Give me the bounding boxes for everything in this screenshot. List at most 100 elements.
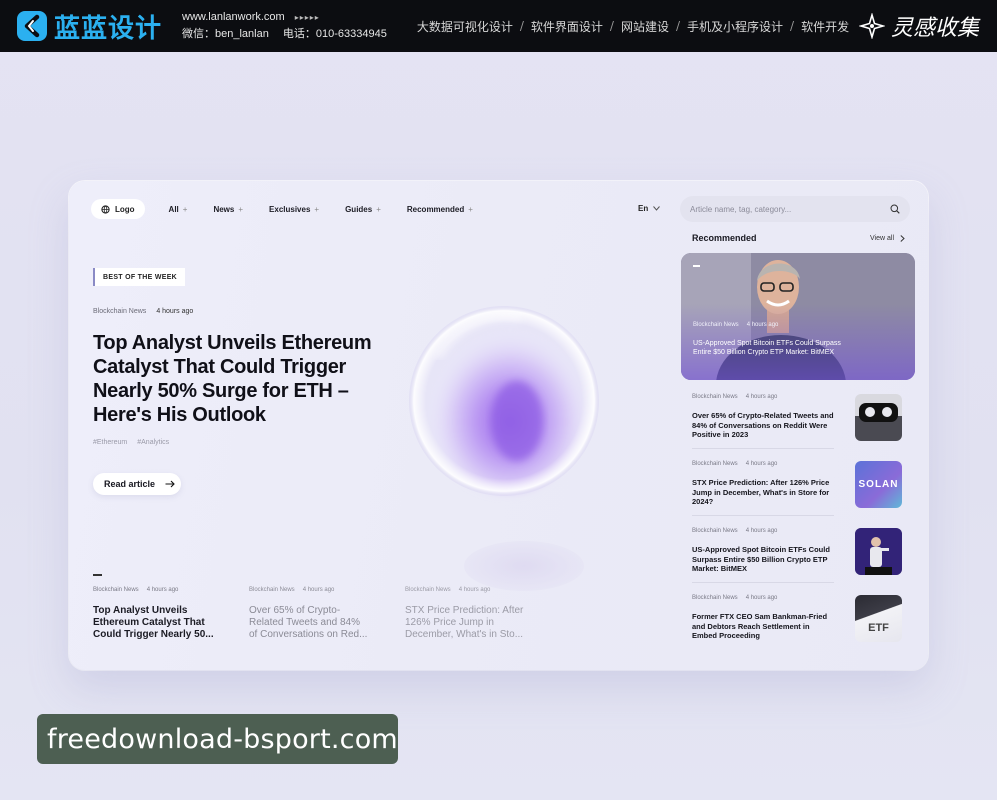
view-all-link[interactable]: View all (870, 235, 905, 242)
item-title: US-Approved Spot Bitcoin ETFs Could Surp… (692, 545, 830, 573)
watermark-label: freedownload-bsport.com (37, 714, 398, 764)
divider (692, 515, 834, 516)
read-article-label: Read article (104, 479, 156, 489)
nav-item-label: Exclusives (269, 204, 311, 214)
vr-headset-thumbnail (855, 394, 902, 441)
nav-item-label: All (168, 204, 179, 214)
news-card[interactable]: Blockchain News 4 hours ago STX Price Pre… (405, 587, 527, 641)
news-site-mockup: Logo All + News + Exclusives + Guides + Reco… (69, 181, 928, 670)
language-label: En (638, 204, 649, 213)
nav-item-recommended[interactable]: Recommended + (407, 205, 473, 214)
search-input[interactable] (690, 204, 890, 214)
item-time: 4 hours ago (745, 394, 778, 400)
news-title: Top Analyst Unveils Ethereum Catalyst Th… (93, 605, 214, 640)
item-title: Former FTX CEO Sam Bankman-Fried and Deb… (692, 612, 828, 640)
item-time: 4 hours ago (745, 528, 778, 534)
recommended-list: Blockchain News 4 hours ago Over 65% of C… (692, 390, 905, 658)
arrows-decoration: ▸▸▸▸▸ (294, 13, 320, 22)
recommended-item[interactable]: Blockchain News 4 hours ago Former FTX CE… (692, 591, 905, 658)
item-title: STX Price Prediction: After 126% Price J… (692, 478, 830, 506)
search-icon[interactable] (890, 204, 900, 214)
item-category: Blockchain News (692, 595, 738, 601)
news-category: Blockchain News (93, 587, 139, 593)
featured-meta: Blockchain News 4 hours ago (693, 322, 778, 328)
thumbnail-text: SOLAN (858, 479, 899, 490)
plus-icon: + (468, 204, 473, 214)
inspiration-label: 灵感收集 (890, 16, 979, 41)
service-item[interactable]: 网站建设 (621, 18, 669, 35)
arrow-right-icon (165, 480, 175, 488)
inspiration-collection[interactable]: 灵感收集 (858, 10, 979, 42)
recommended-item[interactable]: Blockchain News 4 hours ago US-Approved S… (692, 524, 905, 591)
divider (692, 448, 834, 449)
plus-icon: + (314, 204, 320, 214)
featured-overlay (681, 253, 915, 380)
website-link[interactable]: www.lanlanwork.com (182, 9, 285, 26)
featured-category: Blockchain News (693, 322, 739, 328)
nav-item-guides[interactable]: Guides + (345, 205, 381, 214)
news-title: STX Price Prediction: After 126% Price J… (405, 605, 524, 640)
nav-item-label: Guides (345, 204, 373, 214)
service-item[interactable]: 软件开发 (801, 18, 849, 35)
item-category: Blockchain News (692, 461, 738, 467)
hero-meta: Blockchain News 4 hours ago (93, 308, 193, 315)
site-logo[interactable]: Logo (91, 199, 145, 219)
recommended-item[interactable]: Blockchain News 4 hours ago STX Price Pre… (692, 457, 905, 524)
phone-number: 电话：010-63334945 (282, 28, 387, 40)
brand-name: 蓝蓝设计 (54, 13, 163, 44)
news-time: 4 hours ago (146, 587, 179, 593)
hero-category[interactable]: Blockchain News (93, 308, 146, 315)
featured-article-card[interactable]: Blockchain News 4 hours ago US-Approved … (681, 253, 915, 380)
orb-reflection (464, 541, 584, 591)
main-nav: Logo All + News + Exclusives + Guides + Reco… (91, 199, 473, 219)
language-select[interactable]: En (638, 204, 661, 213)
item-time: 4 hours ago (745, 461, 778, 467)
service-item[interactable]: 软件界面设计 (531, 18, 603, 35)
plus-icon: + (238, 204, 244, 214)
featured-title: US-Approved Spot Bitcoin ETFs Could Surp… (693, 340, 841, 356)
nav-item-label: Recommended (406, 204, 465, 214)
logo-label: Logo (115, 204, 135, 214)
wechat-id: 微信：ben_lanlan (182, 28, 269, 40)
nav-item-all[interactable]: All + (169, 205, 188, 214)
etf-thumbnail: ETF (855, 595, 902, 642)
nav-item-news[interactable]: News + (213, 205, 243, 214)
speaker-thumbnail (855, 528, 902, 575)
item-category: Blockchain News (692, 394, 738, 400)
divider (692, 582, 834, 583)
sparkle-icon (858, 13, 885, 39)
brand[interactable]: 蓝蓝设计 (16, 8, 162, 45)
news-title: Over 65% of Crypto-Related Tweets and 84… (249, 605, 368, 640)
news-card[interactable]: Blockchain News 4 hours ago Over 65% of C… (249, 587, 371, 641)
separator: / (675, 19, 681, 33)
service-item[interactable]: 手机及小程序设计 (687, 18, 783, 35)
contact-info: www.lanlanwork.com ▸▸▸▸▸ 微信：ben_lanlan 电… (182, 9, 387, 43)
featured-indicator (693, 265, 700, 267)
chevron-right-icon (900, 234, 905, 242)
news-category: Blockchain News (405, 587, 451, 593)
read-article-button[interactable]: Read article (93, 473, 182, 495)
recommended-item[interactable]: Blockchain News 4 hours ago Over 65% of C… (692, 390, 905, 457)
hero-time: 4 hours ago (156, 308, 194, 315)
news-card[interactable]: Blockchain News 4 hours ago Top Analyst U… (93, 587, 215, 641)
item-category: Blockchain News (692, 528, 738, 534)
plus-icon: + (376, 204, 381, 214)
chevron-down-icon (653, 206, 661, 211)
tag-link[interactable]: #Ethereum (93, 439, 127, 446)
hero-title[interactable]: Top Analyst Unveils Ethereum Catalyst Th… (93, 331, 383, 427)
view-all-label: View all (870, 234, 894, 242)
tag-link[interactable]: #Analytics (137, 439, 169, 446)
glass-orb-illustration (409, 306, 599, 496)
recommended-header: Recommended View all (692, 233, 905, 243)
brand-logo-icon (17, 11, 47, 41)
service-item[interactable]: 大数据可视化设计 (417, 18, 513, 35)
nav-item-label: News (213, 204, 235, 214)
section-dash (93, 574, 102, 576)
top-banner: 蓝蓝设计 www.lanlanwork.com ▸▸▸▸▸ 微信：ben_lan… (0, 0, 997, 52)
recommended-heading: Recommended (692, 233, 757, 243)
nav-item-exclusives[interactable]: Exclusives + (269, 205, 319, 214)
separator: / (609, 19, 614, 33)
separator: / (790, 19, 795, 33)
separator: / (519, 19, 524, 33)
bottom-news-list: Blockchain News 4 hours ago Top Analyst U… (93, 587, 527, 641)
